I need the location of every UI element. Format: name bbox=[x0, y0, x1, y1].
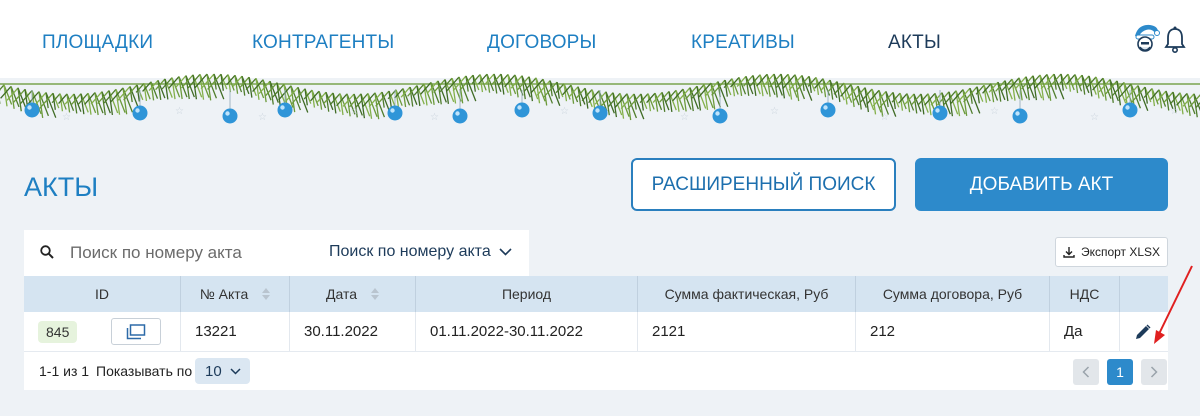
header-label: Дата bbox=[325, 286, 357, 302]
user-santa-icon[interactable] bbox=[1132, 22, 1160, 54]
acts-table: ID № Акта Дата Период Сумма фактическая,… bbox=[24, 276, 1168, 352]
top-navigation: ПЛОЩАДКИ КОНТРАГЕНТЫ ДОГОВОРЫ КРЕАТИВЫ А… bbox=[0, 0, 1200, 78]
chevron-left-icon bbox=[1082, 366, 1090, 378]
svg-text:☆: ☆ bbox=[990, 106, 999, 117]
nav-item-counterparties[interactable]: КОНТРАГЕНТЫ bbox=[252, 32, 394, 54]
date-value: 30.11.2022 bbox=[304, 323, 378, 340]
results-count: 1-1 из 1 bbox=[39, 363, 90, 379]
header-sum-contract: Сумма договора, Руб bbox=[856, 276, 1050, 312]
svg-text:☆: ☆ bbox=[680, 112, 689, 123]
cell-date: 30.11.2022 bbox=[290, 312, 416, 351]
act-number-value: 13221 bbox=[195, 323, 237, 340]
advanced-search-button[interactable]: РАСШИРЕННЫЙ ПОИСК bbox=[631, 158, 896, 211]
header-label: НДС bbox=[1069, 286, 1100, 302]
page-button-current[interactable]: 1 bbox=[1107, 359, 1133, 385]
copy-button[interactable] bbox=[111, 318, 162, 345]
export-label: Экспорт XLSX bbox=[1080, 245, 1161, 259]
svg-text:☆: ☆ bbox=[350, 106, 359, 117]
download-icon bbox=[1063, 247, 1075, 258]
prev-page-button[interactable] bbox=[1073, 359, 1099, 385]
svg-text:☆: ☆ bbox=[430, 112, 439, 123]
svg-text:☆: ☆ bbox=[1170, 106, 1179, 117]
id-badge: 845 bbox=[38, 320, 78, 343]
table-footer: 1-1 из 1 Показывать по 10 1 bbox=[24, 352, 1168, 390]
sum-actual-value: 2121 bbox=[652, 323, 686, 340]
sort-icon[interactable] bbox=[371, 288, 379, 300]
search-icon bbox=[40, 245, 54, 259]
svg-text:☆: ☆ bbox=[62, 112, 71, 123]
header-vat: НДС bbox=[1050, 276, 1120, 312]
nav-item-contracts[interactable]: ДОГОВОРЫ bbox=[487, 32, 597, 54]
sum-contract-value: 212 bbox=[870, 323, 896, 340]
header-label: Период bbox=[501, 286, 552, 302]
next-page-button[interactable] bbox=[1141, 359, 1167, 385]
header-label: Сумма договора, Руб bbox=[882, 286, 1023, 302]
period-value: 01.11.2022-30.11.2022 bbox=[430, 323, 583, 340]
cell-sum-actual: 2121 bbox=[638, 312, 856, 351]
header-id[interactable]: ID bbox=[24, 276, 181, 312]
add-act-button[interactable]: ДОБАВИТЬ АКТ bbox=[915, 158, 1168, 211]
table-header: ID № Акта Дата Период Сумма фактическая,… bbox=[24, 276, 1168, 312]
search-input[interactable] bbox=[70, 238, 320, 268]
search-mode-label: Поиск по номеру акта bbox=[329, 243, 491, 260]
nav-item-platforms[interactable]: ПЛОЩАДКИ bbox=[42, 32, 153, 54]
svg-text:☆: ☆ bbox=[258, 112, 267, 123]
header-act-number[interactable]: № Акта bbox=[181, 276, 290, 312]
cell-sum-contract: 212 bbox=[856, 312, 1050, 351]
nav-item-creatives[interactable]: КРЕАТИВЫ bbox=[691, 32, 795, 54]
header-label: ID bbox=[95, 286, 109, 302]
header-label: Сумма фактическая, Руб bbox=[664, 286, 829, 302]
header-period: Период bbox=[416, 276, 638, 312]
copy-icon bbox=[127, 323, 146, 339]
page-title: АКТЫ bbox=[24, 172, 99, 202]
annotation-arrow bbox=[1154, 265, 1193, 344]
header-label: № Акта bbox=[199, 286, 249, 302]
chevron-down-icon bbox=[230, 367, 241, 375]
page-size-select[interactable]: 10 bbox=[195, 358, 250, 384]
search-bar: Поиск по номеру акта bbox=[24, 230, 529, 276]
header-date[interactable]: Дата bbox=[290, 276, 416, 312]
svg-text:☆: ☆ bbox=[560, 106, 569, 117]
cell-period: 01.11.2022-30.11.2022 bbox=[416, 312, 638, 351]
search-mode-dropdown[interactable]: Поиск по номеру акта bbox=[329, 243, 512, 261]
sort-icon[interactable] bbox=[262, 288, 271, 300]
svg-text:☆: ☆ bbox=[1090, 112, 1099, 123]
christmas-garland-decoration: ☆ ☆ ☆ ☆ ☆ ☆ ☆ ☆ ☆ ☆ ☆ ☆ bbox=[0, 72, 1200, 124]
cell-id: 845 bbox=[24, 312, 181, 351]
bell-icon[interactable] bbox=[1164, 26, 1186, 54]
page-size-value: 10 bbox=[205, 362, 222, 380]
svg-text:☆: ☆ bbox=[175, 106, 184, 117]
vat-value: Да bbox=[1064, 323, 1083, 340]
svg-text:☆: ☆ bbox=[880, 112, 889, 123]
chevron-down-icon bbox=[499, 248, 512, 256]
svg-text:☆: ☆ bbox=[770, 106, 779, 117]
cell-vat: Да bbox=[1050, 312, 1120, 351]
table-row: 845 13221 30.11.2022 01.11.2022-30.11.20… bbox=[24, 312, 1168, 352]
nav-item-acts[interactable]: АКТЫ bbox=[888, 32, 941, 54]
header-sum-actual: Сумма фактическая, Руб bbox=[638, 276, 856, 312]
chevron-right-icon bbox=[1150, 366, 1158, 378]
nav-icons bbox=[1132, 22, 1188, 54]
page-size-label: Показывать по bbox=[96, 363, 193, 379]
cell-act-number: 13221 bbox=[181, 312, 290, 351]
